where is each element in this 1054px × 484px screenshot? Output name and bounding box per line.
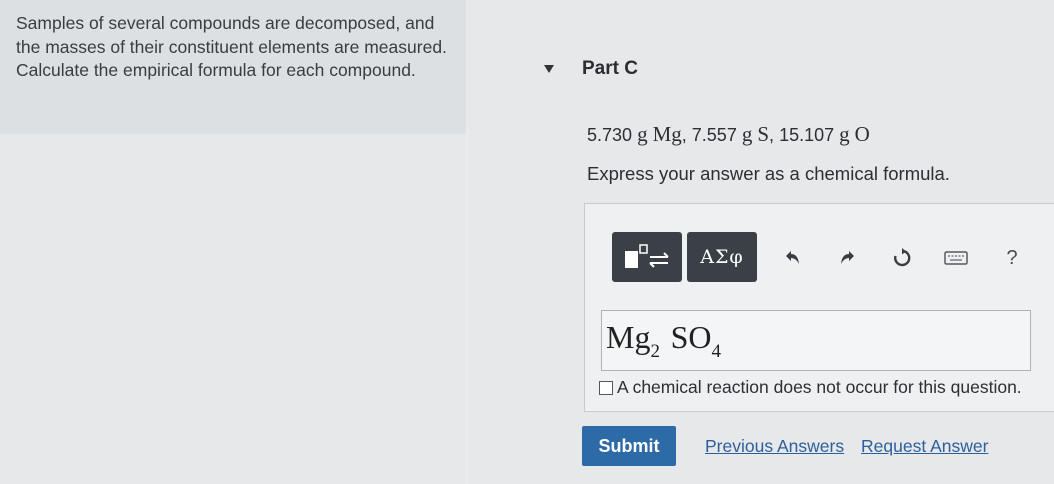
- answer-subscript-1: 2: [650, 341, 660, 362]
- answer-element-2: SO: [670, 319, 712, 355]
- mass-mg-value: 5.730: [587, 125, 633, 145]
- mass-s-value: 7.557: [691, 125, 737, 145]
- given-masses: 5.730 g Mg, 7.557 g S, 15.107 g O: [587, 122, 870, 146]
- redo-icon[interactable]: [836, 246, 860, 270]
- element-mg: Mg: [652, 122, 682, 146]
- undo-icon[interactable]: [780, 246, 804, 270]
- answer-subscript-2: 4: [711, 341, 722, 362]
- greek-symbols-button[interactable]: ΑΣφ: [687, 232, 757, 282]
- answer-instructions: Express your answer as a chemical formul…: [587, 163, 950, 184]
- no-reaction-option[interactable]: A chemical reaction does not occur for t…: [599, 377, 1022, 398]
- part-header[interactable]: Part C: [544, 58, 638, 80]
- answer-element-1: Mg: [606, 319, 651, 355]
- request-answer-link[interactable]: Request Answer: [861, 436, 988, 457]
- reset-icon[interactable]: [890, 246, 914, 270]
- submit-button[interactable]: Submit: [582, 426, 676, 466]
- problem-intro: Samples of several compounds are decompo…: [16, 13, 447, 80]
- previous-answers-link[interactable]: Previous Answers: [705, 436, 844, 457]
- templates-button[interactable]: [612, 232, 682, 282]
- panel-divider: [466, 0, 468, 484]
- template-icon: [625, 244, 669, 268]
- mass-o-value: 15.107: [779, 125, 835, 145]
- keyboard-icon[interactable]: [944, 246, 968, 270]
- collapse-caret-icon[interactable]: [544, 65, 554, 73]
- problem-panel: Samples of several compounds are decompo…: [0, 0, 466, 134]
- mass-s-unit: g: [741, 122, 753, 146]
- part-title: Part C: [582, 58, 638, 79]
- mass-o-unit: g: [839, 122, 850, 146]
- help-icon[interactable]: ?: [1000, 246, 1024, 270]
- no-reaction-checkbox[interactable]: [599, 380, 613, 395]
- no-reaction-label: A chemical reaction does not occur for t…: [617, 377, 1022, 397]
- element-s: S: [757, 122, 770, 146]
- mass-mg-unit: g: [637, 122, 648, 146]
- element-o: O: [854, 122, 870, 146]
- answer-input[interactable]: Mg2 SO4: [601, 310, 1031, 371]
